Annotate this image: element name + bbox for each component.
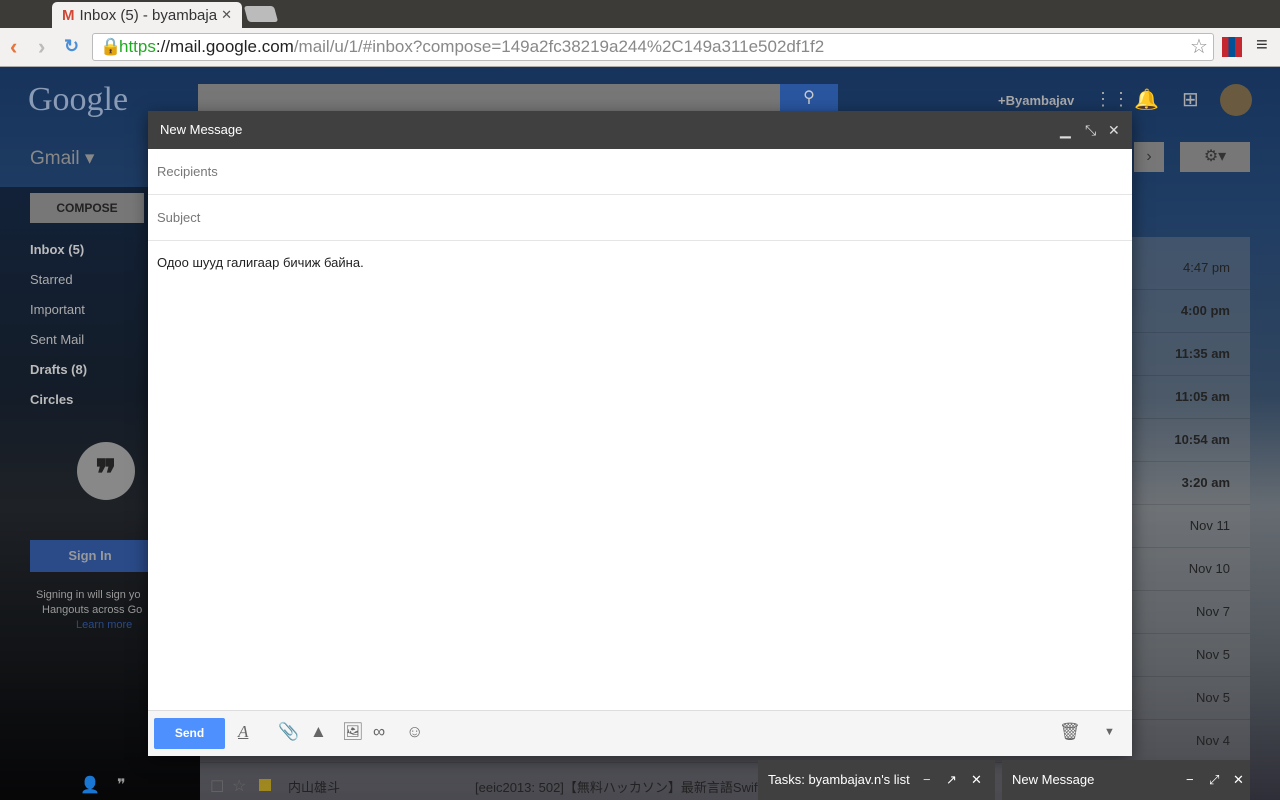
close-tab-icon[interactable]: ✕ xyxy=(221,7,232,23)
url-path: /mail/u/1/#inbox?compose=149a2fc38219a24… xyxy=(293,37,825,56)
sidebar-item-circles[interactable]: Circles xyxy=(30,392,73,407)
learn-more-link[interactable]: Learn more xyxy=(76,619,132,631)
notifications-bell-icon[interactable]: 🔔 xyxy=(1134,87,1159,112)
formatting-icon[interactable]: A xyxy=(238,722,248,742)
compose-button[interactable]: COMPOSE xyxy=(30,193,144,223)
message-body[interactable]: Одоо шууд галигаар бичиж байна. xyxy=(148,241,1132,711)
drive-icon[interactable]: ▲ xyxy=(310,722,327,742)
user-link[interactable]: +Byambajav xyxy=(998,93,1074,108)
settings-gear-button[interactable]: ⚙▾ xyxy=(1180,142,1250,172)
popout-icon[interactable]: ↗ xyxy=(946,760,957,800)
send-button[interactable]: Send xyxy=(154,718,225,749)
sidebar-item-starred[interactable]: Starred xyxy=(30,272,73,287)
url-host: ://mail.google.com xyxy=(155,37,294,56)
message-date: Nov 4 xyxy=(1196,733,1230,748)
message-date: Nov 5 xyxy=(1196,690,1230,705)
message-date: 3:20 am xyxy=(1181,475,1230,490)
reload-icon[interactable]: ↻ xyxy=(64,36,79,57)
back-icon[interactable]: ‹ xyxy=(10,34,17,60)
new-tab-button[interactable] xyxy=(243,6,279,22)
new-message-dock[interactable]: New Message − ⤢ ✕ xyxy=(1002,760,1250,800)
apps-grid-icon[interactable]: ⋮⋮ xyxy=(1094,89,1130,110)
hangouts-icon: ❞ xyxy=(77,442,135,500)
forward-icon[interactable]: › xyxy=(38,34,45,60)
importance-marker-icon[interactable] xyxy=(259,779,271,791)
message-sender[interactable]: 内山雄斗 xyxy=(288,777,340,796)
insert-link-icon[interactable]: ∞ xyxy=(373,722,385,742)
sidebar-item-sent[interactable]: Sent Mail xyxy=(30,332,84,347)
compose-title: New Message xyxy=(160,122,243,137)
hangouts-quote-icon[interactable]: ❞ xyxy=(117,775,126,795)
tab-title: Inbox (5) - byambaja xyxy=(79,6,218,24)
google-logo: Google xyxy=(28,81,129,118)
browser-tab-bar: M Inbox (5) - byambaja ✕ xyxy=(0,0,1280,28)
minimize-icon[interactable]: ▁ xyxy=(1060,111,1071,149)
address-bar[interactable]: 🔒 https://mail.google.com/mail/u/1/#inbox… xyxy=(92,33,1214,61)
gmail-icon: M xyxy=(62,6,75,24)
message-date: Nov 5 xyxy=(1196,647,1230,662)
share-plus-icon[interactable]: ⊞ xyxy=(1182,87,1199,112)
star-icon[interactable]: ☆ xyxy=(232,776,246,796)
sidebar-item-drafts[interactable]: Drafts (8) xyxy=(30,362,87,377)
hangouts-sign-in-button[interactable]: Sign In xyxy=(30,540,150,572)
checkbox[interactable]: ☐ xyxy=(210,777,224,797)
contacts-person-icon[interactable]: 👤 xyxy=(80,775,100,795)
new-message-title: New Message xyxy=(1012,772,1095,787)
tasks-dock[interactable]: Tasks: byambajav.n's list − ↗ ✕ xyxy=(758,760,995,800)
gmail-menu[interactable]: Gmail ▾ xyxy=(30,147,94,170)
expand-icon[interactable]: ⤢ xyxy=(1209,760,1219,800)
emoji-icon[interactable]: ☺ xyxy=(406,722,423,742)
discard-trash-icon[interactable]: 🗑 xyxy=(1059,722,1081,742)
message-date: 11:35 am xyxy=(1175,346,1230,361)
compose-header: New Message ▁ ⤡ ✕ xyxy=(148,111,1132,149)
attach-paperclip-icon[interactable]: 📎 xyxy=(278,722,299,742)
browser-toolbar: ‹ › ↻ 🔒 https://mail.google.com/mail/u/1/… xyxy=(0,28,1280,67)
message-date: Nov 10 xyxy=(1188,561,1230,576)
insert-photo-icon[interactable]: 🖼 xyxy=(342,722,364,742)
close-icon[interactable]: ✕ xyxy=(1233,760,1244,800)
message-date: 11:05 am xyxy=(1175,389,1230,404)
message-date: Nov 7 xyxy=(1196,604,1230,619)
minimize-icon[interactable]: − xyxy=(923,760,931,800)
sidebar-item-important[interactable]: Important xyxy=(30,302,85,317)
subject-field[interactable]: Subject xyxy=(148,195,1132,241)
message-date: 10:54 am xyxy=(1174,432,1230,447)
bookmark-star-icon[interactable]: ☆ xyxy=(1190,34,1208,59)
menu-icon[interactable]: ≡ xyxy=(1256,34,1268,57)
compose-toolbar: Send A 📎 ▲ 🖼 ∞ ☺ 🗑 ▼ xyxy=(148,710,1132,756)
recipients-field[interactable]: Recipients xyxy=(148,149,1132,195)
close-icon[interactable]: ✕ xyxy=(971,760,982,800)
message-date: Nov 11 xyxy=(1189,518,1230,533)
hangouts-info: Signing in will sign yo xyxy=(36,589,141,601)
more-options-icon[interactable]: ▼ xyxy=(1104,726,1115,738)
tasks-title: Tasks: byambajav.n's list xyxy=(768,772,910,787)
message-subject[interactable]: [eeic2013: 502]【無料ハッカソン】最新言語Swift xyxy=(475,777,761,796)
compose-dialog: New Message ▁ ⤡ ✕ Recipients Subject Одо… xyxy=(148,111,1132,756)
sidebar-item-inbox[interactable]: Inbox (5) xyxy=(30,242,84,257)
message-date: 4:47 pm xyxy=(1183,260,1230,275)
flag-extension-icon[interactable] xyxy=(1222,37,1242,57)
search-input[interactable] xyxy=(198,84,783,112)
avatar[interactable] xyxy=(1220,84,1252,116)
message-date: 4:00 pm xyxy=(1180,303,1230,318)
next-page-button[interactable]: › xyxy=(1134,142,1164,172)
url-scheme: https xyxy=(119,37,156,56)
minimize-icon[interactable]: − xyxy=(1186,760,1194,800)
lock-icon: 🔒 xyxy=(100,37,122,56)
hangouts-info-2: Hangouts across Go xyxy=(42,604,143,616)
search-button[interactable]: ⚲ xyxy=(780,84,838,112)
exit-fullscreen-icon[interactable]: ⤡ xyxy=(1085,111,1096,149)
close-icon[interactable]: ✕ xyxy=(1108,111,1120,149)
browser-tab[interactable]: M Inbox (5) - byambaja ✕ xyxy=(52,2,242,28)
